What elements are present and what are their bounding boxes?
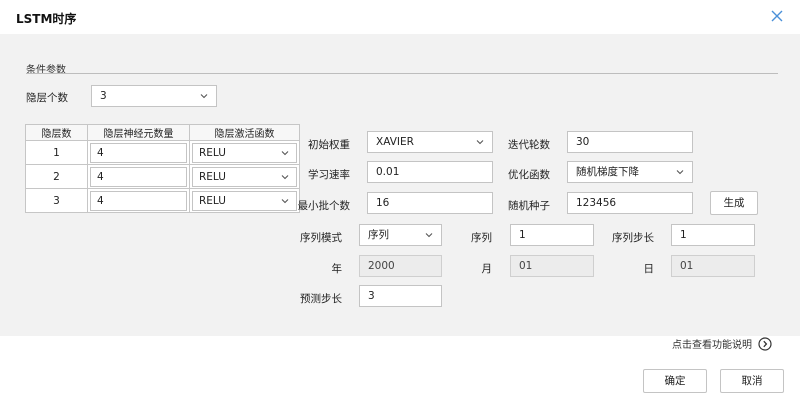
close-icon[interactable] [770, 9, 784, 23]
neurons-input[interactable]: 4 [90, 166, 187, 187]
chevron-down-icon [425, 233, 433, 238]
optimizer-select[interactable]: 随机梯度下降 [567, 161, 693, 183]
table-row: 2 4 RELU [25, 164, 300, 189]
chevron-right-circle-icon[interactable] [758, 337, 772, 351]
dialog-title: LSTM时序 [16, 12, 77, 26]
layer-table: 隐层数 隐层神经元数量 隐层激活函数 1 4 RELU 2 4 RELU 3 4… [25, 124, 300, 213]
chevron-down-icon [676, 170, 684, 175]
ok-button[interactable]: 确定 [643, 369, 707, 393]
hidden-layers-select[interactable]: 3 [91, 85, 217, 107]
sequence-label: 序列 [471, 232, 492, 244]
header-neurons: 隐层神经元数量 [87, 124, 190, 141]
iterations-input[interactable]: 30 [567, 131, 693, 153]
layer-index: 3 [25, 188, 88, 213]
iterations-label: 迭代轮数 [508, 139, 550, 151]
init-weight-select[interactable]: XAVIER [367, 131, 493, 153]
optimizer-value: 随机梯度下降 [576, 166, 639, 178]
chevron-down-icon [476, 140, 484, 145]
sequence-mode-select[interactable]: 序列 [359, 224, 442, 246]
year-field: 2000 [359, 255, 442, 277]
activation-value: RELU [199, 146, 226, 159]
generate-button[interactable]: 生成 [710, 191, 758, 215]
table-row: 1 4 RELU [25, 140, 300, 165]
layer-index: 2 [25, 164, 88, 189]
section-divider [26, 73, 778, 74]
neurons-input[interactable]: 4 [90, 142, 187, 163]
activation-value: RELU [199, 170, 226, 183]
chevron-down-icon [281, 174, 289, 179]
neurons-input[interactable]: 4 [90, 190, 187, 211]
optimizer-label: 优化函数 [508, 169, 550, 181]
activation-select[interactable]: RELU [192, 166, 297, 187]
chevron-down-icon [200, 94, 208, 99]
min-batch-input[interactable]: 16 [367, 192, 493, 214]
table-row: 3 4 RELU [25, 188, 300, 213]
month-label: 月 [481, 263, 493, 275]
day-label: 日 [643, 263, 655, 275]
learning-rate-label: 学习速率 [308, 169, 350, 181]
activation-select[interactable]: RELU [192, 190, 297, 211]
init-weight-label: 初始权重 [308, 139, 350, 151]
day-field: 01 [671, 255, 755, 277]
header-layer-index: 隐层数 [25, 124, 88, 141]
month-field: 01 [510, 255, 594, 277]
hidden-layers-value: 3 [100, 90, 107, 102]
sequence-mode-value: 序列 [368, 229, 389, 241]
chevron-down-icon [281, 150, 289, 155]
layer-index: 1 [25, 140, 88, 165]
activation-select[interactable]: RELU [192, 142, 297, 163]
neurons-value: 4 [97, 146, 104, 159]
random-seed-input[interactable]: 123456 [567, 192, 693, 214]
random-seed-label: 随机种子 [508, 200, 550, 212]
layer-table-header: 隐层数 隐层神经元数量 隐层激活函数 [25, 124, 300, 141]
init-weight-value: XAVIER [376, 136, 414, 148]
dialog-titlebar: LSTM时序 [0, 0, 800, 34]
sequence-mode-label: 序列模式 [300, 232, 342, 244]
min-batch-label: 最小批个数 [297, 200, 351, 212]
sequence-input[interactable]: 1 [510, 224, 594, 246]
help-link[interactable]: 点击查看功能说明 [672, 336, 752, 351]
chevron-down-icon [281, 198, 289, 203]
header-activation: 隐层激活函数 [189, 124, 300, 141]
forecast-step-label: 预测步长 [300, 293, 342, 305]
neurons-value: 4 [97, 170, 104, 183]
sequence-step-label: 序列步长 [612, 232, 654, 244]
activation-value: RELU [199, 194, 226, 207]
sequence-step-input[interactable]: 1 [671, 224, 755, 246]
year-label: 年 [331, 263, 343, 275]
cancel-button[interactable]: 取消 [720, 369, 784, 393]
hidden-layers-label: 隐层个数 [26, 92, 68, 104]
forecast-step-input[interactable]: 3 [359, 285, 442, 307]
neurons-value: 4 [97, 194, 104, 207]
learning-rate-input[interactable]: 0.01 [367, 161, 493, 183]
